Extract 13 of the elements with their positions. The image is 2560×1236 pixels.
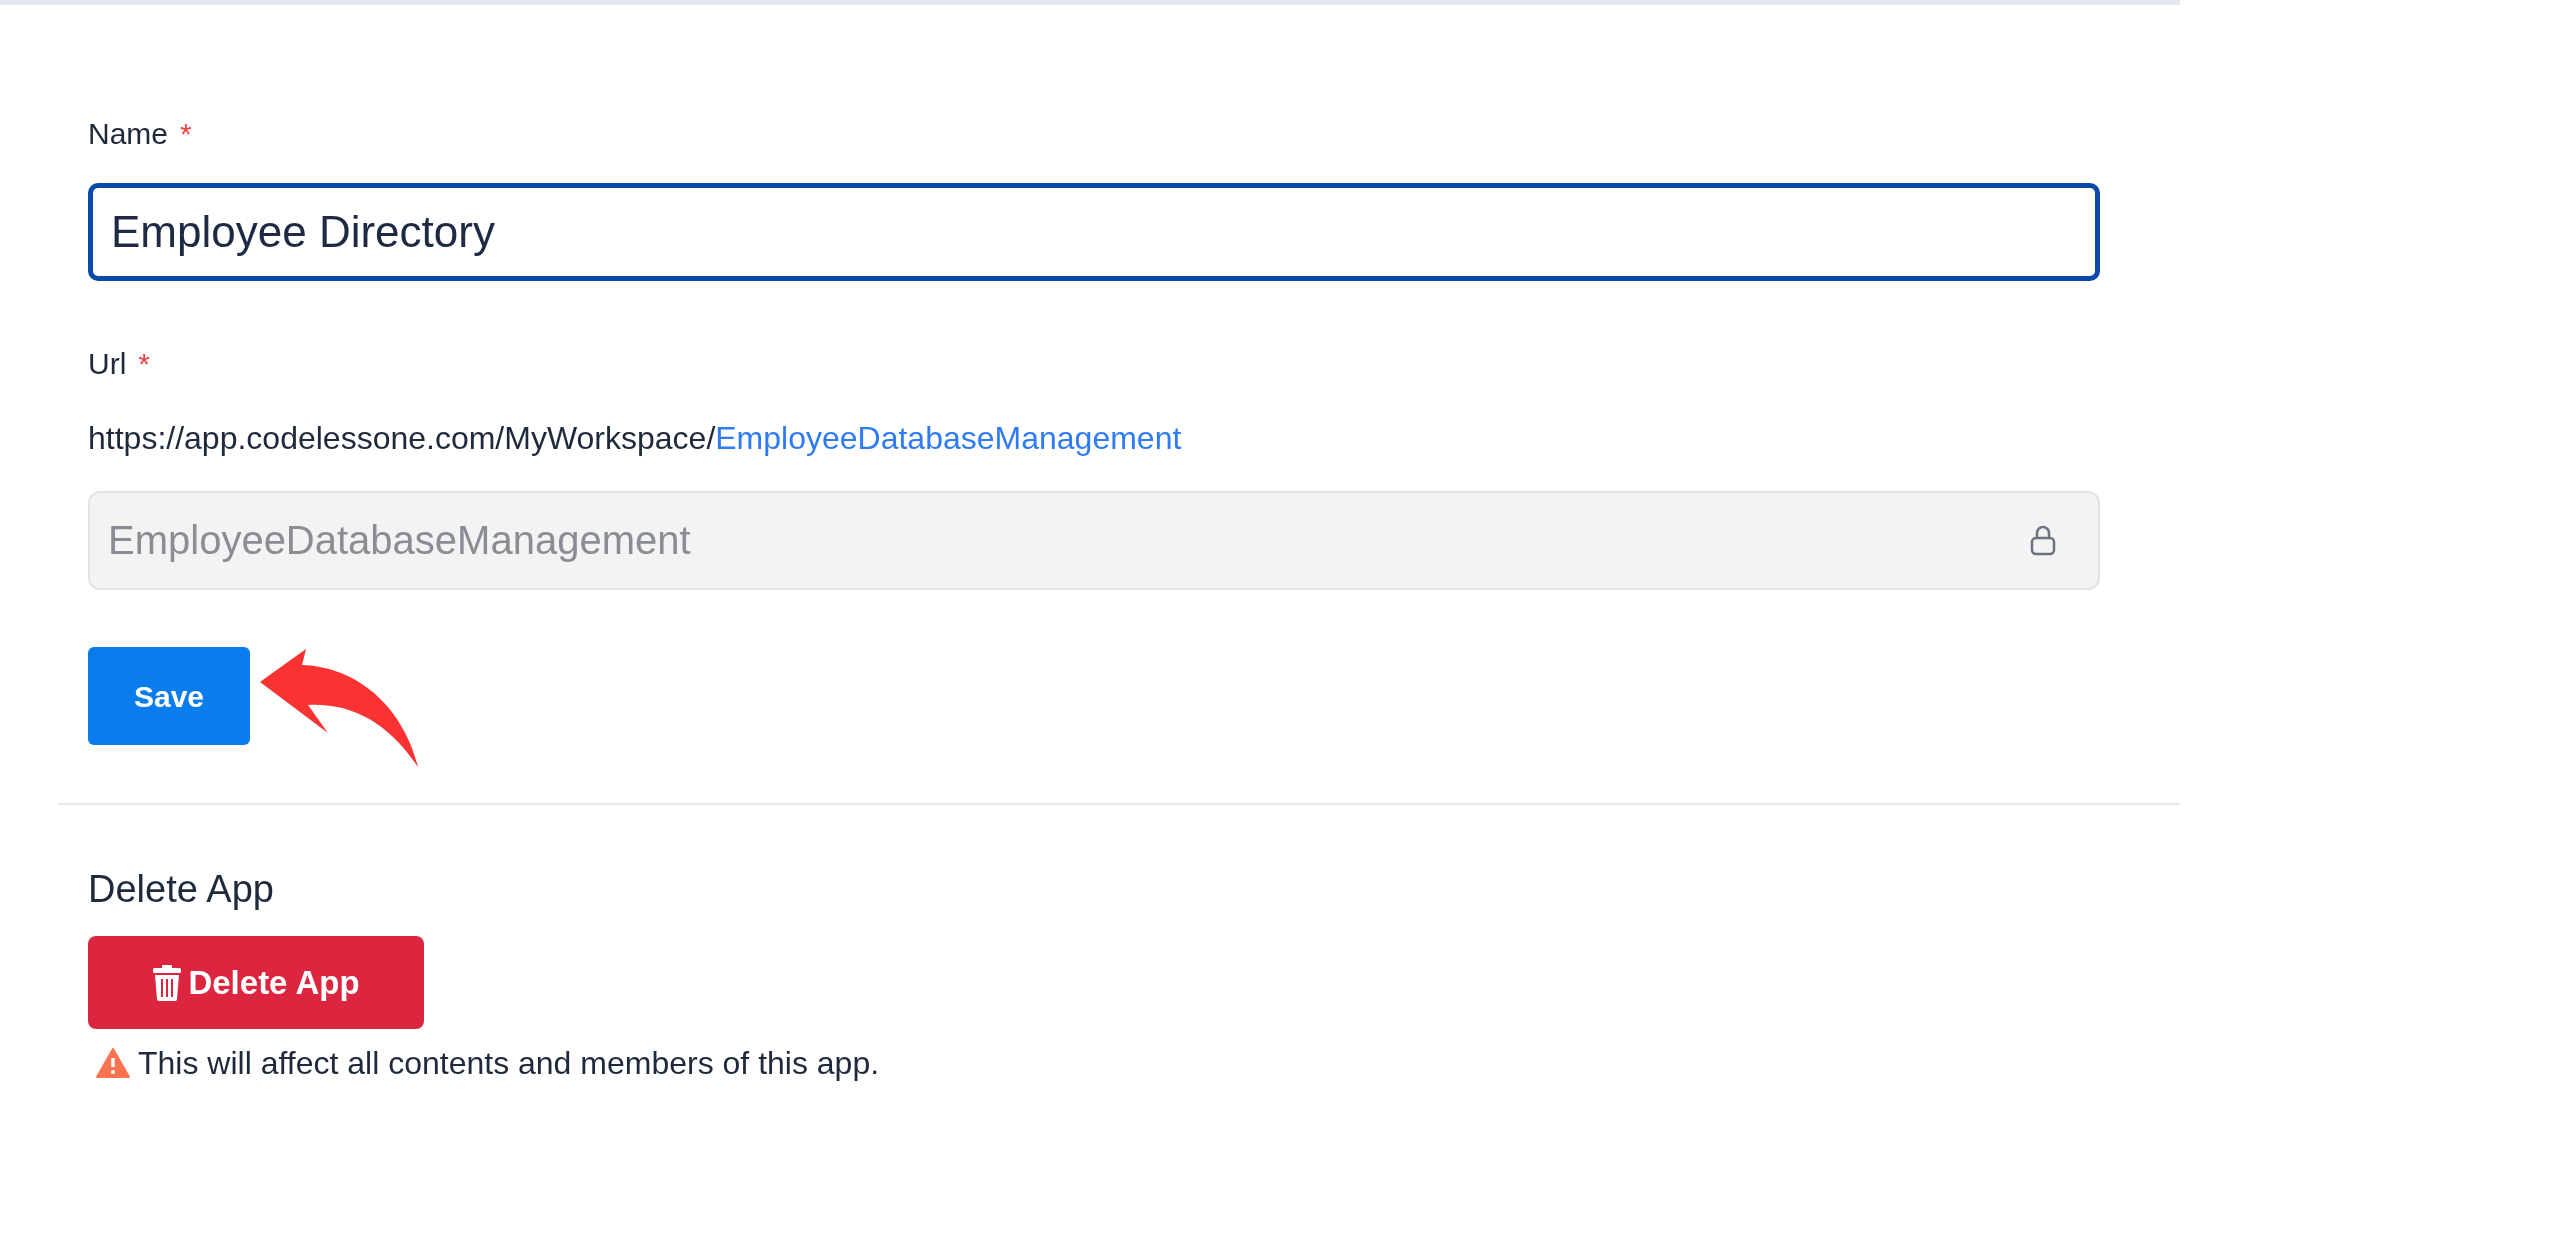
name-input[interactable]: Employee Directory <box>88 183 2100 281</box>
warning-text: This will affect all contents and members of this app. <box>138 1044 880 1083</box>
delete-button[interactable]: Delete App <box>88 936 424 1029</box>
save-button[interactable]: Save <box>88 647 250 745</box>
field-label: Name <box>88 115 169 152</box>
section-title: Delete App <box>88 867 275 911</box>
required-mark: * <box>138 345 150 382</box>
field-label: Url <box>88 345 127 382</box>
url-preview: https://app.codelessone.com/MyWorkspace/EmployeeDatabaseManagement <box>88 419 1182 458</box>
lock-icon <box>2030 524 2056 556</box>
required-mark: * <box>180 115 192 152</box>
trash-icon <box>152 964 183 1001</box>
warning-icon <box>96 1048 130 1078</box>
